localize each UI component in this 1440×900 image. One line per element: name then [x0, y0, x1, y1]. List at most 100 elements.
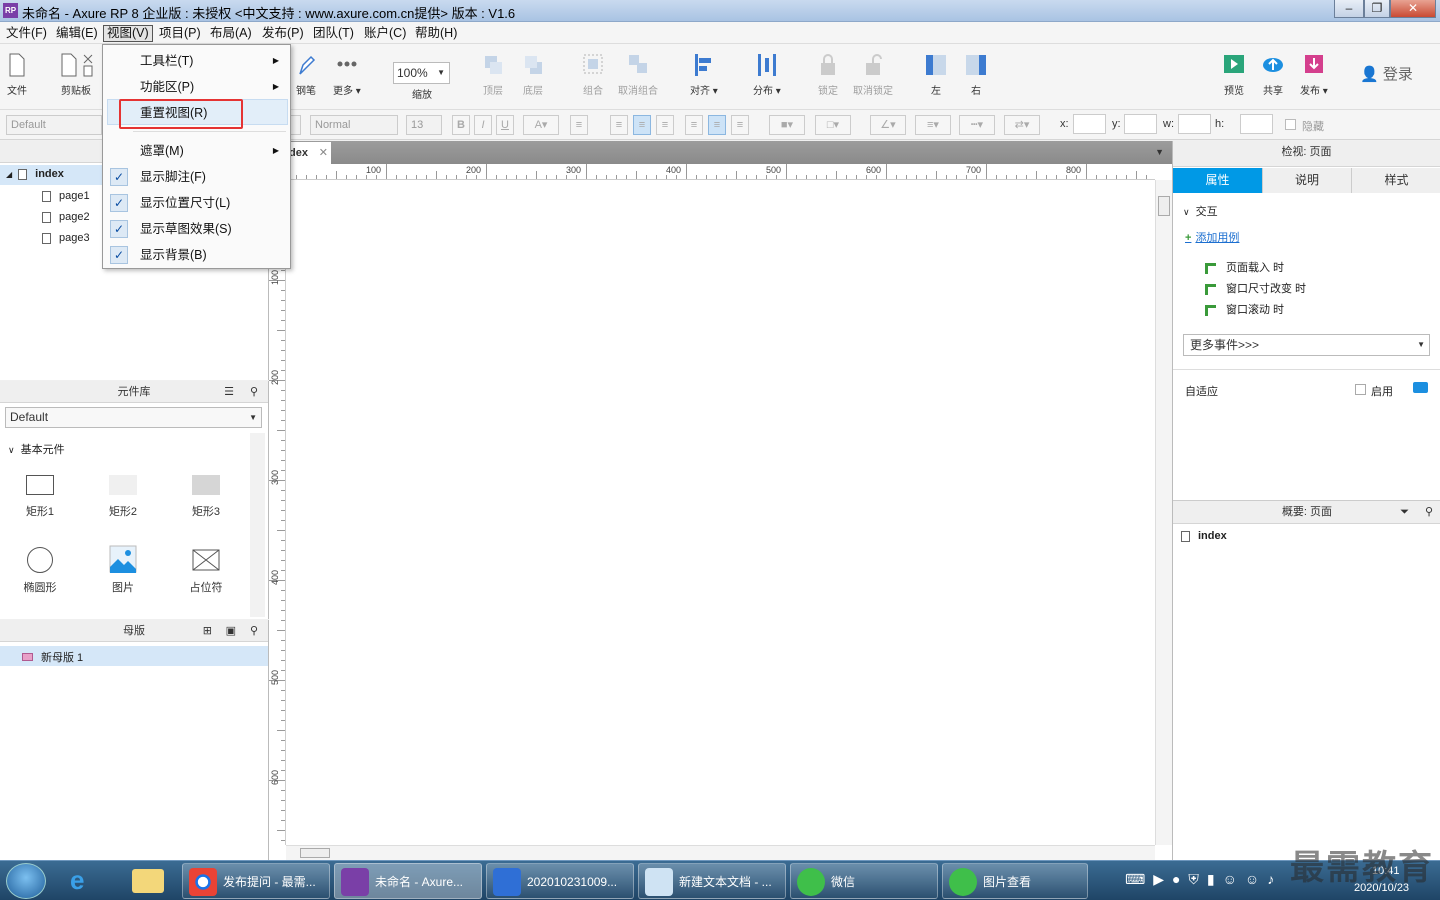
- library-scrollbar[interactable]: [250, 433, 265, 617]
- search-icon[interactable]: ⚲: [250, 620, 258, 642]
- tab-index[interactable]: dex ✕: [287, 142, 331, 164]
- line-color-button[interactable]: ∠▾: [870, 115, 906, 135]
- arrow-style-button[interactable]: ⇄▾: [1004, 115, 1040, 135]
- publish-button[interactable]: 发布 ▾: [1300, 52, 1328, 97]
- library-select[interactable]: Default ▼: [5, 407, 262, 428]
- taskbar-item-document[interactable]: 202010231009...: [486, 863, 634, 899]
- menu-item-toolbar[interactable]: 工具栏(T) ▶: [104, 49, 289, 73]
- menu-team[interactable]: 团队(T): [310, 25, 357, 42]
- menu-item-background[interactable]: ✓ 显示背景(B): [104, 243, 289, 267]
- more-events-select[interactable]: 更多事件>>> ▼: [1183, 334, 1430, 356]
- group-button[interactable]: 组合: [582, 52, 604, 97]
- align-button[interactable]: 对齐 ▾: [690, 52, 718, 97]
- right-panel-toggle[interactable]: 右: [965, 52, 987, 97]
- underline-button[interactable]: U: [496, 115, 514, 135]
- outline-item[interactable]: index: [1181, 530, 1227, 542]
- tab-style[interactable]: 样式: [1352, 168, 1440, 193]
- widget-image[interactable]: 图片: [93, 545, 153, 595]
- interaction-section[interactable]: ∨ 交互: [1183, 203, 1218, 219]
- minimize-icon[interactable]: –: [1334, 0, 1364, 18]
- folder-icon[interactable]: [132, 869, 164, 893]
- vertical-scrollbar[interactable]: [1155, 180, 1172, 845]
- page-item[interactable]: page2: [42, 211, 90, 223]
- unlock-button[interactable]: 取消锁定: [853, 52, 893, 97]
- h-input[interactable]: [1240, 114, 1273, 134]
- menu-account[interactable]: 账户(C): [361, 25, 409, 42]
- system-tray[interactable]: ⌨▶●⛨▮☺☺♪: [1125, 871, 1282, 888]
- page-item[interactable]: page3: [42, 232, 90, 244]
- line-style-button[interactable]: ┅▾: [959, 115, 995, 135]
- horizontal-scrollbar[interactable]: [286, 845, 1155, 860]
- widget-rect1[interactable]: 矩形1: [10, 475, 70, 519]
- adaptive-settings-icon[interactable]: [1413, 382, 1428, 393]
- left-panel-toggle[interactable]: 左: [925, 52, 947, 97]
- menu-layout[interactable]: 布局(A): [207, 25, 255, 42]
- scroll-thumb[interactable]: [300, 848, 330, 858]
- master-item[interactable]: 新母版 1: [22, 649, 83, 665]
- widget-rect2[interactable]: 矩形2: [93, 475, 153, 519]
- page-index[interactable]: ◢ index: [6, 168, 64, 180]
- taskbar-item-notepad[interactable]: 新建文本文档 - ...: [638, 863, 786, 899]
- bring-top-button[interactable]: 顶层: [482, 52, 504, 97]
- taskbar-item-axure[interactable]: 未命名 - Axure...: [334, 863, 482, 899]
- search-icon[interactable]: ⚲: [1425, 501, 1433, 523]
- font-color-button[interactable]: A▾: [523, 115, 559, 135]
- w-input[interactable]: [1178, 114, 1211, 134]
- chevron-down-icon[interactable]: ▼: [1155, 147, 1164, 157]
- style-select[interactable]: Default: [6, 115, 102, 135]
- pen-button[interactable]: 钢笔: [295, 52, 317, 97]
- search-icon[interactable]: ⚲: [250, 381, 258, 403]
- more-button[interactable]: 更多 ▾: [333, 52, 361, 97]
- hide-checkbox[interactable]: [1285, 119, 1296, 130]
- event-window-scroll[interactable]: 窗口滚动 时: [1205, 301, 1284, 317]
- widget-placeholder[interactable]: 占位符: [176, 547, 236, 595]
- widget-rect3[interactable]: 矩形3: [176, 475, 236, 519]
- y-input[interactable]: [1124, 114, 1157, 134]
- menu-file[interactable]: 文件(F): [3, 25, 50, 42]
- distribute-button[interactable]: 分布 ▾: [753, 52, 781, 97]
- bold-button[interactable]: B: [452, 115, 470, 135]
- tab-notes[interactable]: 说明: [1263, 168, 1352, 193]
- font-size-select[interactable]: 13: [406, 115, 442, 135]
- taskbar-item-wechat[interactable]: 微信: [790, 863, 938, 899]
- align-center-button[interactable]: ≡: [633, 115, 651, 135]
- design-canvas[interactable]: [286, 180, 1155, 845]
- ie-icon[interactable]: e: [70, 865, 84, 896]
- widget-ellipse[interactable]: 椭圆形: [10, 547, 70, 595]
- font-select[interactable]: Normal: [310, 115, 398, 135]
- login-button[interactable]: 👤 登录: [1360, 63, 1413, 84]
- menu-item-mask[interactable]: 遮罩(M) ▶: [104, 139, 289, 163]
- send-bottom-button[interactable]: 底层: [522, 52, 544, 97]
- valign-middle-button[interactable]: ≡: [708, 115, 726, 135]
- align-right-button[interactable]: ≡: [656, 115, 674, 135]
- menu-item-position-size[interactable]: ✓ 显示位置尺寸(L): [104, 191, 289, 215]
- lock-button[interactable]: 锁定: [817, 52, 839, 97]
- italic-button[interactable]: I: [474, 115, 492, 135]
- menu-item-footnotes[interactable]: ✓ 显示脚注(F): [104, 165, 289, 189]
- valign-top-button[interactable]: ≡: [685, 115, 703, 135]
- x-input[interactable]: [1073, 114, 1106, 134]
- taskbar-item-image-viewer[interactable]: 图片查看: [942, 863, 1088, 899]
- maximize-icon[interactable]: ❐: [1364, 0, 1390, 18]
- event-window-resize[interactable]: 窗口尺寸改变 时: [1205, 280, 1306, 296]
- library-section[interactable]: ∨ 基本元件: [8, 441, 65, 457]
- menu-publish[interactable]: 发布(P): [259, 25, 307, 42]
- clipboard-button[interactable]: 剪贴板: [58, 52, 94, 97]
- menu-help[interactable]: 帮助(H): [412, 25, 460, 42]
- align-left-button[interactable]: ≡: [610, 115, 628, 135]
- start-button[interactable]: [6, 863, 46, 899]
- menu-item-panels[interactable]: 功能区(P) ▶: [104, 75, 289, 99]
- enable-checkbox[interactable]: [1355, 384, 1366, 395]
- event-page-load[interactable]: 页面载入 时: [1205, 259, 1284, 275]
- bullet-list-button[interactable]: ≡: [570, 115, 588, 135]
- menu-item-sketch-effects[interactable]: ✓ 显示草图效果(S): [104, 217, 289, 241]
- menu-icon[interactable]: ☰: [224, 381, 234, 403]
- page-item[interactable]: page1: [42, 190, 90, 202]
- menu-view[interactable]: 视图(V): [103, 25, 153, 42]
- add-master-icon[interactable]: ⊞: [203, 620, 212, 642]
- valign-bottom-button[interactable]: ≡: [731, 115, 749, 135]
- fill-color-button[interactable]: ■▾: [769, 115, 805, 135]
- filter-icon[interactable]: ⏷: [1400, 501, 1409, 523]
- add-folder-icon[interactable]: ▣: [226, 620, 236, 642]
- menu-edit[interactable]: 编辑(E): [53, 25, 101, 42]
